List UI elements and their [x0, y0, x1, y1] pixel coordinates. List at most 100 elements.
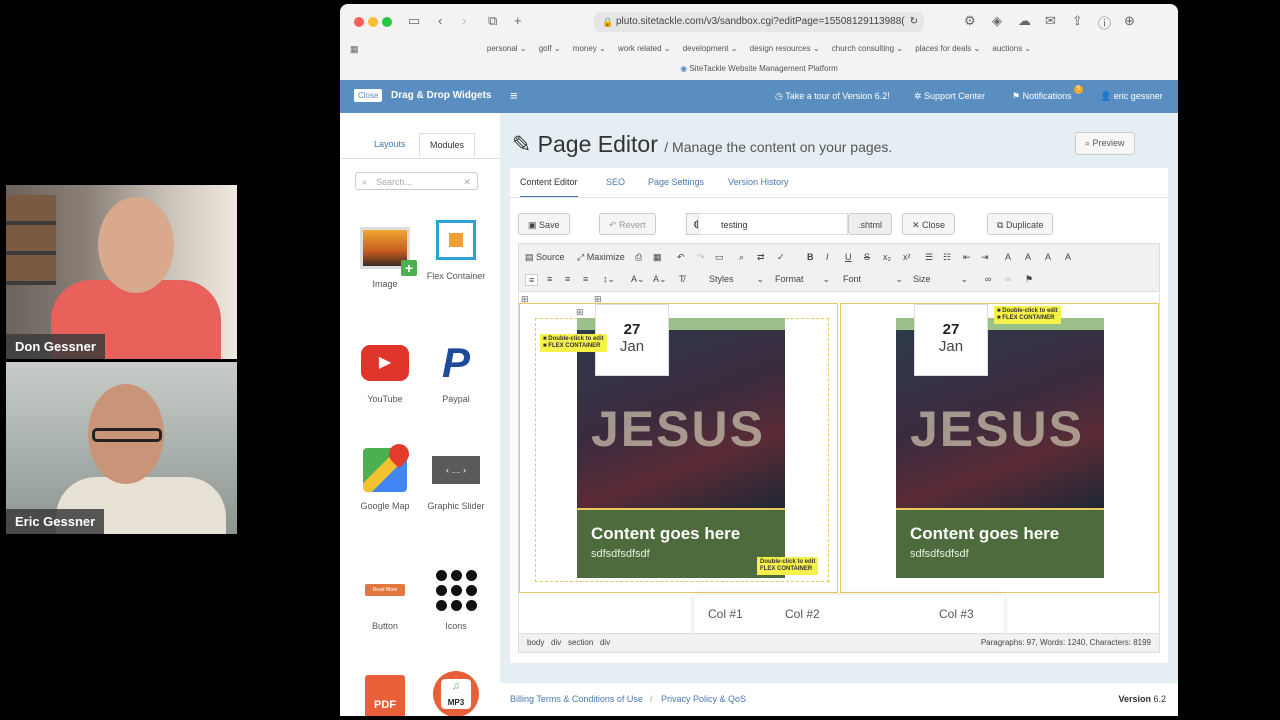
tabs-icon[interactable]: ⧉	[488, 13, 497, 29]
bookmark-item[interactable]: places for deals ⌄	[915, 44, 980, 53]
flex-column-right[interactable]: JESUS 27 Jan Content goes here sdfsdfsdf…	[840, 303, 1159, 593]
card-heading[interactable]: Content goes here	[910, 524, 1059, 544]
window-zoom-dot[interactable]	[382, 17, 392, 27]
module-paypal[interactable]: P Paypal	[421, 338, 491, 405]
flex-container-tag[interactable]: Double-click to edit FLEX CONTAINER	[757, 557, 819, 575]
platform-tab-title[interactable]: ◉ SiteTackle Website Management Platform	[340, 64, 1178, 73]
reload-icon[interactable]: ↻	[910, 12, 918, 32]
tab-modules[interactable]: Modules	[419, 133, 476, 157]
billing-link[interactable]: Billing Terms & Conditions of Use	[510, 683, 643, 716]
settings-icon[interactable]: ⚙	[964, 13, 976, 29]
find-icon[interactable]: ⌕	[739, 252, 744, 263]
size-select[interactable]: Size ⌄	[913, 274, 968, 285]
module-pdf[interactable]: PDF	[350, 673, 420, 716]
outdent-icon[interactable]: ⇤	[963, 252, 971, 263]
duplicate-button[interactable]: ⧉ Duplicate	[987, 213, 1054, 235]
font-select[interactable]: Font ⌄	[843, 274, 903, 285]
tab-seo[interactable]: SEO	[606, 177, 625, 187]
card-heading[interactable]: Content goes here	[591, 524, 740, 544]
bullet-list-icon[interactable]: ☷	[943, 252, 951, 263]
unlink-icon[interactable]: ∞	[1005, 274, 1011, 284]
print-icon[interactable]: ⎙	[635, 252, 642, 263]
back-icon[interactable]: ‹	[438, 13, 442, 28]
superscript-icon[interactable]: x²	[903, 252, 911, 262]
styles-select[interactable]: Styles ⌄	[709, 274, 764, 285]
mail-icon[interactable]: ✉	[1045, 13, 1056, 29]
strikethrough-icon[interactable]: S	[864, 252, 870, 262]
paste-icon[interactable]: ▭	[715, 252, 724, 263]
revert-button[interactable]: ↶ Revert	[599, 213, 656, 235]
bg-color-icon[interactable]: A⌄	[653, 274, 667, 285]
text-color-icon[interactable]: A⌄	[631, 274, 645, 285]
filename-input[interactable]: testing	[698, 213, 848, 235]
bookmark-item[interactable]: church consulting ⌄	[832, 44, 903, 53]
tab-content-editor[interactable]: Content Editor	[520, 177, 578, 198]
font-style-icon[interactable]: A	[1005, 252, 1011, 262]
sidebar-toggle-icon[interactable]: ▭	[408, 13, 420, 29]
hamburger-icon[interactable]: ≡	[510, 88, 518, 103]
privacy-link[interactable]: Privacy Policy & QoS	[661, 683, 746, 716]
line-height-icon[interactable]: ↕⌄	[603, 274, 615, 285]
module-image[interactable]: + Image	[350, 223, 420, 289]
subscript-icon[interactable]: x₂	[883, 252, 891, 262]
save-button[interactable]: ▣ Save	[518, 213, 570, 235]
bold-icon[interactable]: B	[807, 252, 814, 262]
format-select[interactable]: Format ⌄	[775, 274, 830, 285]
numbered-list-icon[interactable]: ☰	[925, 252, 933, 263]
clear-icon[interactable]: ✕	[463, 173, 471, 191]
path-item[interactable]: div	[600, 638, 610, 647]
remove-format-icon[interactable]: T̸	[679, 274, 685, 284]
anchor-flag-icon[interactable]: ⚑	[1025, 274, 1033, 285]
bookmark-item[interactable]: work related ⌄	[618, 44, 671, 53]
link-icon[interactable]: ∞	[985, 274, 991, 284]
tab-version-history[interactable]: Version History	[728, 177, 789, 187]
bookmark-item[interactable]: design resources ⌄	[750, 44, 820, 53]
new-tab-icon[interactable]: +	[514, 13, 522, 28]
align-center-icon[interactable]: ≡	[547, 274, 552, 284]
align-justify-icon[interactable]: ≡	[583, 274, 588, 284]
flex-column-left[interactable]: JESUS 27 Jan Content goes here sdfsdfsdf…	[519, 303, 838, 593]
bookmark-item[interactable]: auctions ⌄	[992, 44, 1031, 53]
font-style-icon[interactable]: A	[1065, 252, 1071, 262]
tab-page-settings[interactable]: Page Settings	[648, 177, 704, 187]
share-icon[interactable]: ⇪	[1072, 13, 1083, 29]
window-close-dot[interactable]	[354, 17, 364, 27]
maximize-button[interactable]: ⤢ Maximize	[577, 252, 625, 263]
bookmark-item[interactable]: personal ⌄	[487, 44, 527, 53]
path-item[interactable]: div	[551, 638, 561, 647]
event-card[interactable]: JESUS 27 Jan Content goes here sdfsdfsdf…	[896, 304, 1104, 578]
module-search-input[interactable]: ⌕ Search... ✕	[355, 172, 478, 190]
bookmark-item[interactable]: development ⌄	[683, 44, 738, 53]
notifications-link[interactable]: ⚑ Notifications	[1012, 91, 1072, 102]
indent-icon[interactable]: ⇥	[981, 252, 989, 263]
font-style-icon[interactable]: A	[1045, 252, 1051, 262]
module-youtube[interactable]: ▶ YouTube	[350, 338, 420, 404]
cloud-icon[interactable]: ☁	[1018, 13, 1031, 29]
path-item[interactable]: body	[527, 638, 544, 647]
module-google-map[interactable]: Google Map	[350, 439, 420, 511]
tab-layouts[interactable]: Layouts	[364, 133, 416, 155]
replace-icon[interactable]: ⇄	[757, 252, 765, 263]
window-minimize-dot[interactable]	[368, 17, 378, 27]
font-style-icon[interactable]: A	[1025, 252, 1031, 262]
align-left-icon[interactable]: ≡	[525, 274, 539, 286]
download-icon[interactable]: ⊕	[1124, 13, 1135, 29]
undo-icon[interactable]: ↶	[677, 252, 685, 263]
forward-icon[interactable]: ›	[462, 13, 466, 28]
three-column-block[interactable]: Col #1 Col #2 Col #3	[694, 595, 1004, 633]
bookmark-item[interactable]: money ⌄	[573, 44, 606, 53]
wysiwyg-editor[interactable]: ⊞ ⊞ ⊞ JESUS 27 Jan Content goes here sdf…	[518, 293, 1160, 633]
flex-container-tag[interactable]: ■ Double-click to edit ■ FLEX CONTAINER	[540, 334, 607, 352]
tour-link[interactable]: ◷ Take a tour of Version 6.2!	[775, 91, 890, 102]
module-graphic-slider[interactable]: ‹ … › Graphic Slider	[421, 445, 491, 511]
card-subtext[interactable]: sdfsdfsdfsdf	[591, 548, 650, 560]
info-icon[interactable]: ⓘ	[1098, 13, 1111, 32]
italic-icon[interactable]: I	[826, 252, 829, 262]
close-editor-button[interactable]: ✕ Close	[902, 213, 956, 235]
address-bar[interactable]: 🔒 pluto.sitetackle.com/v3/sandbox.cgi?ed…	[594, 12, 924, 32]
flex-container-tag[interactable]: ■ Double-click to edit ■ FLEX CONTAINER	[994, 306, 1061, 324]
module-button[interactable]: Read More Button	[350, 565, 420, 631]
spellcheck-icon[interactable]: ✓	[777, 252, 785, 263]
align-right-icon[interactable]: ≡	[565, 274, 570, 284]
preview-button[interactable]: ⌕ Preview	[1075, 132, 1135, 155]
